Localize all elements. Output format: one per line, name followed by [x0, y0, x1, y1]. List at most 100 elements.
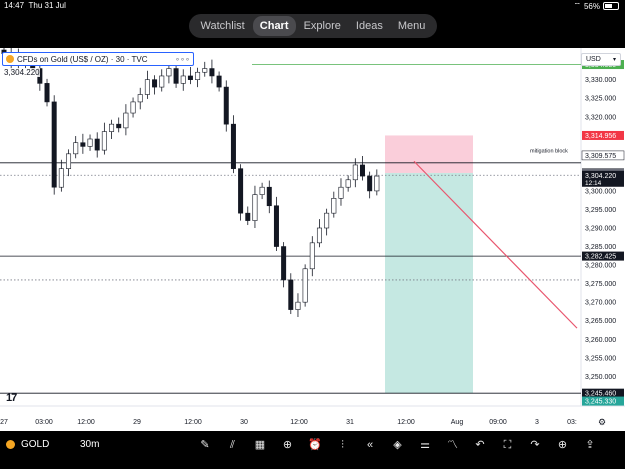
layers-icon[interactable]: ◈	[390, 437, 406, 453]
candle[interactable]	[173, 68, 179, 84]
candle[interactable]	[281, 246, 287, 281]
x-tick-label: 03:00	[35, 419, 53, 426]
candle[interactable]	[159, 75, 165, 88]
candle[interactable]	[352, 164, 358, 181]
candle[interactable]	[338, 186, 344, 199]
candle[interactable]	[144, 79, 150, 95]
currency-selector[interactable]: USD ▾	[581, 53, 621, 66]
pen-icon[interactable]: ✎	[197, 437, 213, 453]
x-tick-label: 3	[535, 419, 539, 426]
candle[interactable]	[94, 138, 100, 151]
tab-menu[interactable]: Menu	[391, 16, 433, 36]
candle[interactable]	[51, 101, 57, 188]
candle[interactable]	[152, 79, 158, 88]
tradingview-logo-icon: 17	[6, 392, 17, 404]
candle[interactable]	[123, 112, 129, 129]
candle[interactable]	[166, 68, 172, 77]
x-tick-label: 12:00	[184, 419, 202, 426]
candle[interactable]	[259, 186, 265, 195]
fullscreen-icon[interactable]: ⛶	[500, 437, 516, 453]
candle[interactable]	[252, 194, 258, 221]
grid-icon[interactable]: ▦	[252, 437, 268, 453]
candle[interactable]	[367, 175, 373, 192]
candle[interactable]	[316, 227, 322, 244]
candle[interactable]	[44, 83, 50, 103]
candle[interactable]	[80, 142, 86, 147]
y-tick-label: 3,285.000	[585, 244, 616, 251]
candle[interactable]	[374, 175, 380, 192]
candle[interactable]	[302, 268, 308, 303]
take-profit-zone[interactable]	[385, 172, 473, 394]
candle[interactable]	[230, 123, 236, 169]
x-tick-label: 27	[0, 419, 8, 426]
candle[interactable]	[245, 212, 251, 221]
candle[interactable]	[73, 142, 79, 155]
tab-watchlist[interactable]: Watchlist	[194, 16, 252, 36]
candle[interactable]	[295, 301, 301, 310]
y-tick-label: 3,255.000	[585, 355, 616, 362]
x-tick-label: 12:00	[77, 419, 95, 426]
candle[interactable]	[209, 68, 215, 77]
price-chart[interactable]: mitigation block 3,250.000 3,255.000 3,260.…	[0, 48, 625, 431]
undo-icon[interactable]: ↶	[472, 437, 488, 453]
symbol-name: GOLD	[21, 439, 50, 450]
candle[interactable]	[223, 86, 229, 125]
candle[interactable]	[195, 71, 201, 80]
symbol-title-box[interactable]: CFDs on Gold (US$ / OZ) · 30 · TVC ∘∘∘	[2, 52, 194, 66]
candle[interactable]	[345, 179, 351, 188]
add-alert-icon[interactable]: ⊕	[555, 437, 571, 453]
candle[interactable]	[116, 123, 122, 129]
mitigation-block-label: mitigation block	[530, 149, 568, 155]
indicators-icon[interactable]: ⫽	[225, 437, 241, 453]
candle[interactable]	[266, 186, 272, 207]
candle[interactable]	[66, 153, 72, 169]
candles-icon[interactable]: ⫶	[335, 437, 351, 453]
candle[interactable]	[101, 131, 107, 151]
chart-area[interactable]: mitigation block 3,250.000 3,255.000 3,260.…	[0, 48, 625, 431]
candle[interactable]	[331, 198, 337, 214]
tab-explore[interactable]: Explore	[297, 16, 348, 36]
symbol-selector[interactable]: GOLD	[6, 439, 49, 450]
y-tick-label: 3,330.000	[585, 77, 616, 84]
share-icon[interactable]: ⇪	[582, 437, 598, 453]
x-tick-label: Aug	[451, 419, 464, 426]
candle[interactable]	[238, 168, 244, 214]
x-tick-label: 09:00	[489, 419, 507, 426]
settings-icon[interactable]: ⚌	[417, 437, 433, 453]
candle[interactable]	[324, 212, 330, 229]
candle[interactable]	[273, 205, 279, 247]
tab-chart[interactable]: Chart	[252, 16, 296, 36]
trend-icon[interactable]: 〽	[445, 437, 461, 453]
candle[interactable]	[187, 75, 193, 80]
candle[interactable]	[87, 138, 93, 147]
countdown-label: 12:14	[585, 180, 602, 187]
interval-selector[interactable]: 30m	[80, 439, 99, 450]
stop-loss-zone[interactable]	[385, 135, 473, 173]
x-tick-label: 12:00	[290, 419, 308, 426]
candle[interactable]	[137, 94, 143, 103]
candle[interactable]	[359, 164, 365, 177]
candle[interactable]	[58, 168, 64, 188]
y-tick-label: 3,265.000	[585, 318, 616, 325]
more-options-icon[interactable]: ∘∘∘	[175, 55, 190, 64]
currency-label: USD	[586, 56, 601, 63]
replay-icon[interactable]: «	[362, 437, 378, 453]
alarm-icon[interactable]: ⏰	[307, 437, 323, 453]
redo-icon[interactable]: ↷	[527, 437, 543, 453]
candle[interactable]	[109, 123, 115, 132]
candle[interactable]	[309, 242, 315, 270]
candle[interactable]	[130, 101, 136, 114]
candle[interactable]	[216, 75, 222, 88]
tab-ideas[interactable]: Ideas	[349, 16, 390, 36]
add-icon[interactable]: ⊕	[280, 437, 296, 453]
symbol-title: CFDs on Gold (US$ / OZ) · 30 · TVC	[17, 54, 148, 64]
top-navigation: Watchlist Chart Explore Ideas Menu	[189, 14, 437, 38]
chevron-down-icon: ▾	[612, 57, 616, 63]
candle[interactable]	[202, 68, 208, 73]
gear-icon[interactable]: ⚙	[598, 417, 606, 427]
last-price-readout: 3,304.220	[4, 68, 40, 77]
gold-logo-icon	[6, 55, 14, 63]
candle[interactable]	[288, 279, 294, 310]
candle[interactable]	[180, 75, 186, 84]
x-tick-label: 03:	[567, 419, 577, 426]
